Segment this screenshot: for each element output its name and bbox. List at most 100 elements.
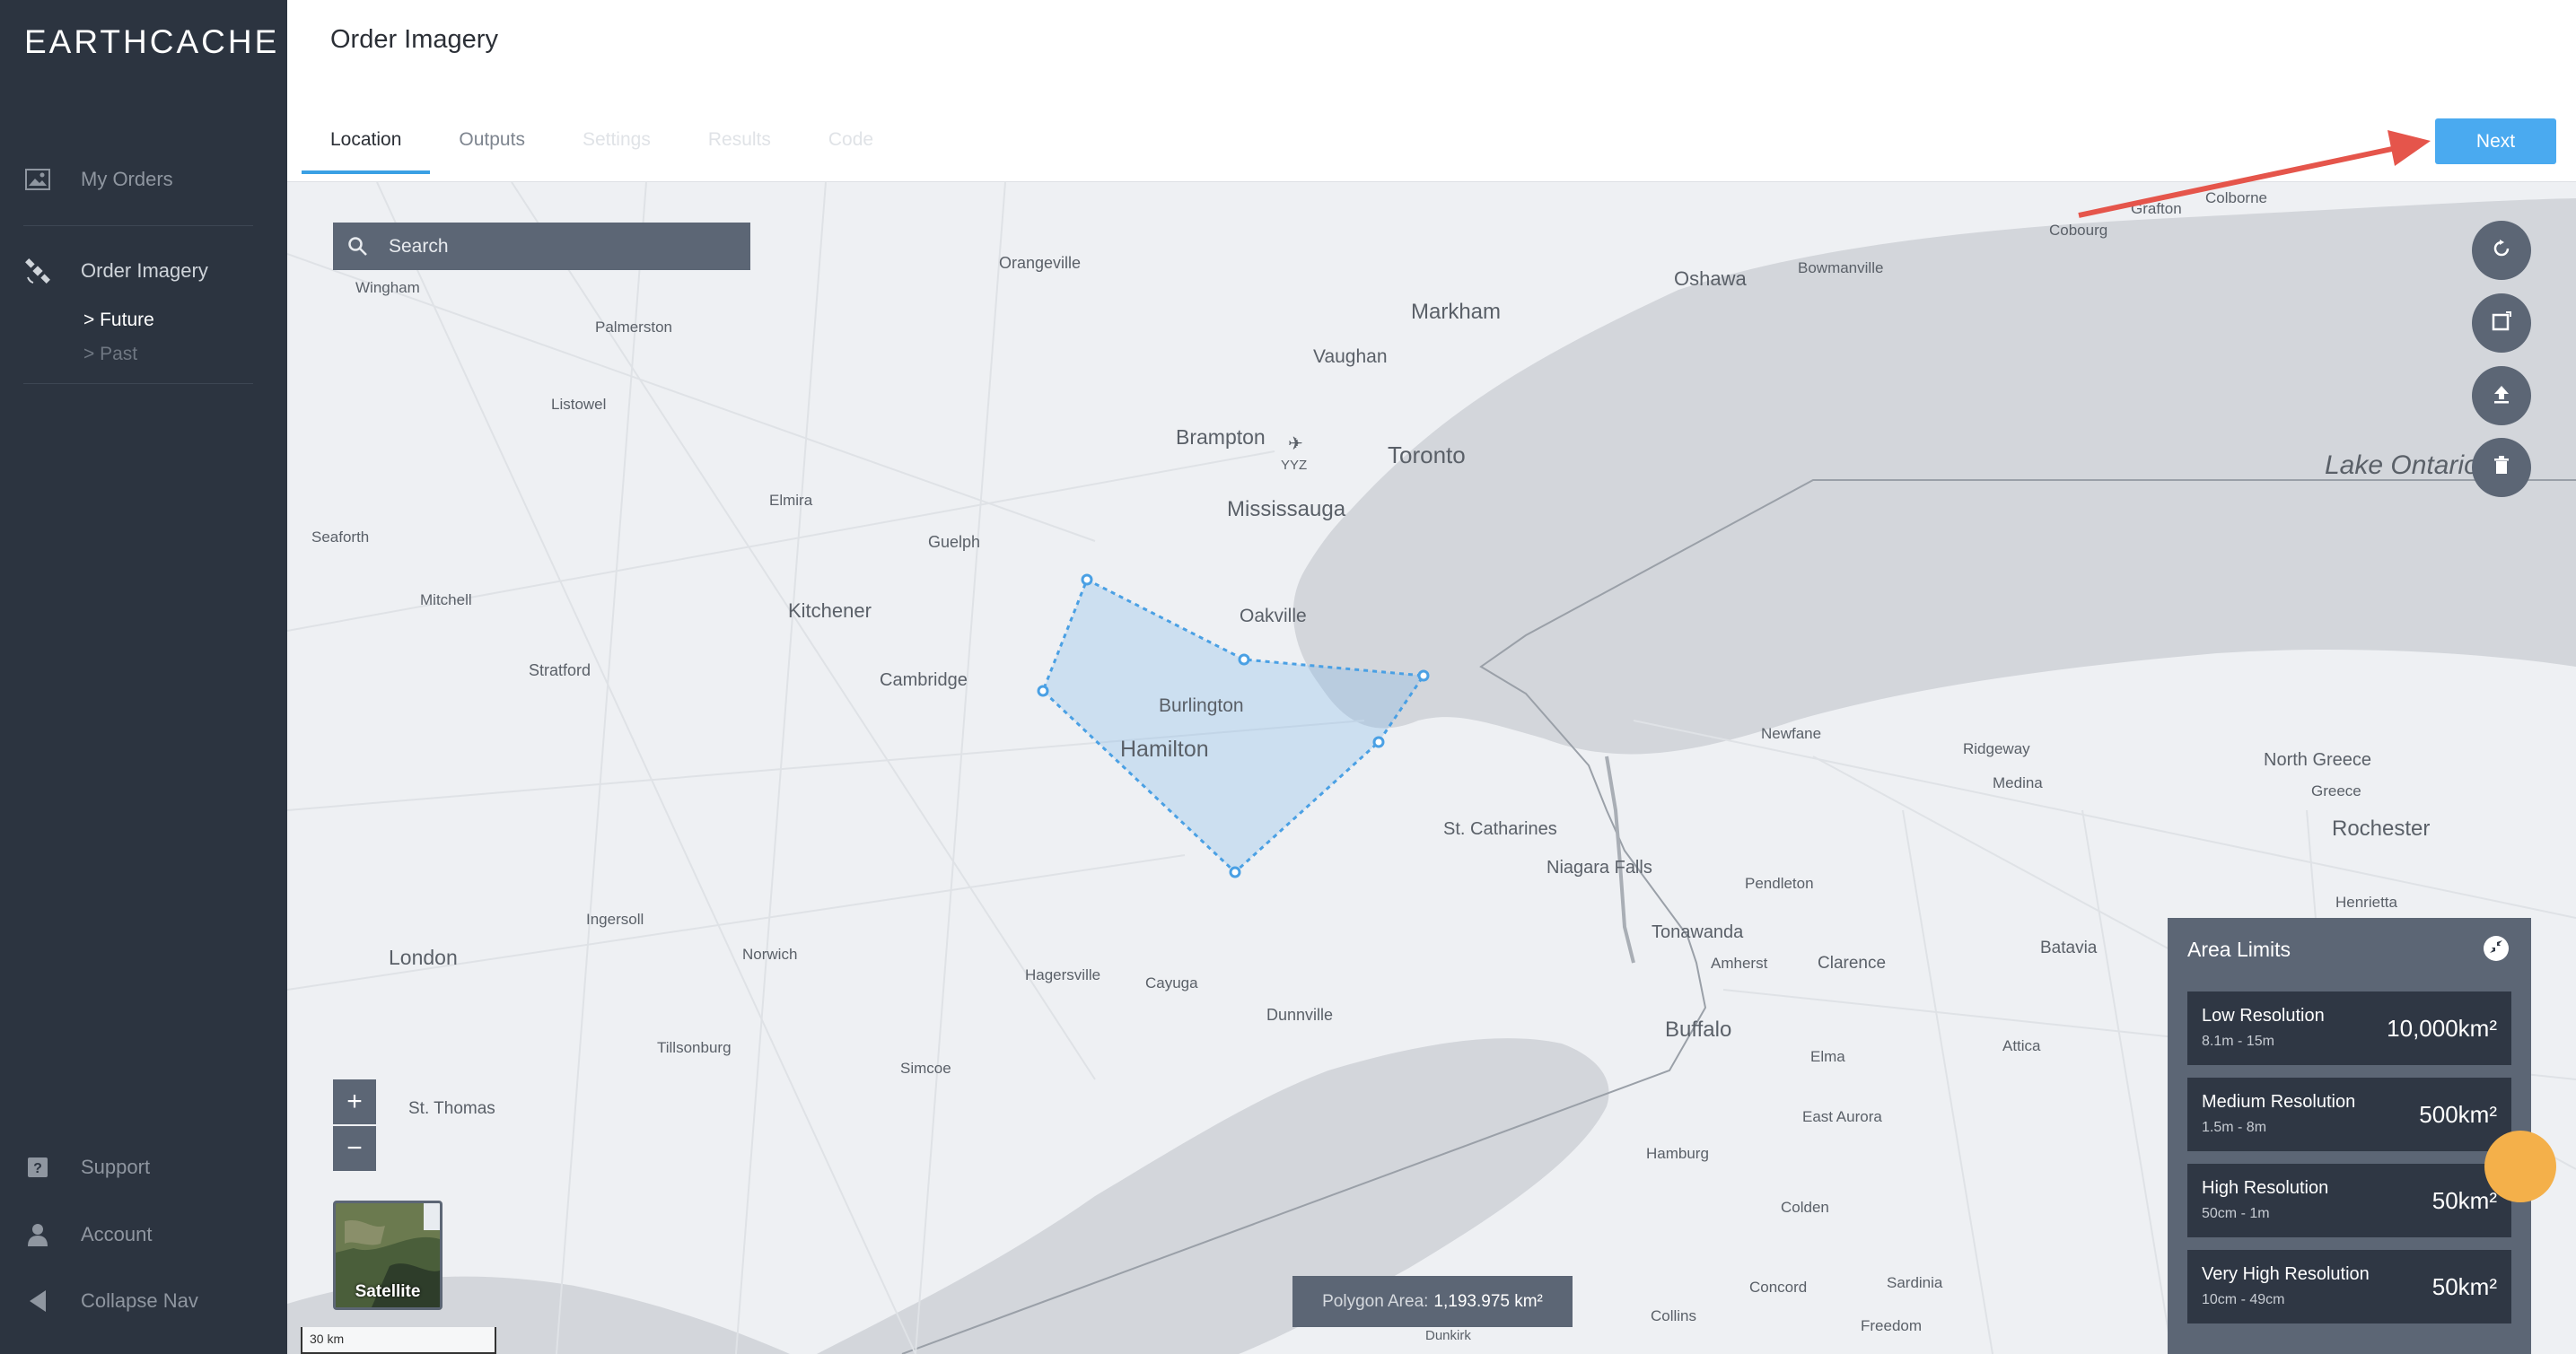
earthcache-logo[interactable]: EARTHCACHE xyxy=(24,23,279,61)
search-input[interactable]: Search xyxy=(333,223,750,270)
sidebar: EARTHCACHE My Orders Order Imagery > Fut… xyxy=(0,0,287,1354)
map-label: Bowmanville xyxy=(1798,259,1883,276)
trash-icon xyxy=(2492,455,2511,481)
map-label: London xyxy=(389,946,458,969)
map-label: Dunkirk xyxy=(1425,1328,1471,1343)
upload-button[interactable] xyxy=(2472,366,2531,425)
map-label: Dunnville xyxy=(1266,1006,1333,1024)
tab-code: Code xyxy=(828,129,874,150)
map-label: Toronto xyxy=(1388,441,1466,468)
map-label: Guelph xyxy=(928,533,980,551)
chat-widget-button[interactable] xyxy=(2484,1131,2556,1202)
satellite-layer-toggle[interactable]: Satellite xyxy=(333,1201,442,1310)
limit-range: 1.5m - 8m xyxy=(2202,1120,2267,1135)
map-label: Oshawa xyxy=(1674,267,1747,290)
sidebar-subitem-future[interactable]: > Future xyxy=(83,310,154,331)
airport-icon: ✈ xyxy=(1288,432,1303,454)
sidebar-subitem-past[interactable]: > Past xyxy=(83,344,137,365)
polygon-area-readout: Polygon Area: 1,193.975 km² xyxy=(1292,1276,1573,1327)
map-label: Hagersville xyxy=(1025,966,1100,983)
sidebar-item-collapse-nav[interactable]: Collapse Nav xyxy=(0,1287,287,1315)
upload-icon xyxy=(2491,383,2512,409)
draw-rectangle-button[interactable] xyxy=(2472,293,2531,353)
limit-value: 500km² xyxy=(2419,1101,2497,1128)
map-label: Mississauga xyxy=(1227,497,1346,521)
tab-results: Results xyxy=(707,129,771,150)
map-label: Palmerston xyxy=(595,319,672,336)
map-label: Lake Ontario xyxy=(2325,450,2479,480)
header: Order Imagery Location Outputs Settings … xyxy=(287,0,2576,182)
map-label: Hamburg xyxy=(1646,1145,1709,1162)
map-label: Medina xyxy=(1993,774,2043,791)
tab-location[interactable]: Location xyxy=(302,126,431,174)
map-label: Brampton xyxy=(1176,425,1266,449)
next-button[interactable]: Next xyxy=(2435,118,2556,164)
rotate-button[interactable] xyxy=(2472,221,2531,280)
map-label: Sardinia xyxy=(1887,1274,1943,1291)
map-label: Amherst xyxy=(1711,955,1768,972)
sidebar-item-label: My Orders xyxy=(81,168,173,190)
map-label: Oakville xyxy=(1240,606,1307,626)
map-label: Tillsonburg xyxy=(657,1039,732,1056)
limit-row-high: High Resolution 50cm - 1m 50km² xyxy=(2187,1164,2511,1237)
map-label: Greece xyxy=(2311,782,2361,799)
map-label: Batavia xyxy=(2040,939,2098,957)
map-label: Stratford xyxy=(529,661,591,679)
user-icon xyxy=(23,1220,52,1249)
map-label: Attica xyxy=(2002,1037,2041,1054)
sidebar-item-my-orders[interactable]: My Orders xyxy=(0,165,287,194)
limit-range: 50cm - 1m xyxy=(2202,1206,2270,1221)
map-label: Clarence xyxy=(1818,954,1886,973)
zoom-in-button[interactable]: + xyxy=(333,1079,376,1124)
rotate-icon xyxy=(2491,238,2512,264)
map-label: Hamilton xyxy=(1120,737,1209,762)
map-label: Colborne xyxy=(2205,189,2267,206)
limit-name: Medium Resolution xyxy=(2202,1092,2356,1112)
sidebar-item-account[interactable]: Account xyxy=(0,1220,287,1249)
limit-name: Very High Resolution xyxy=(2202,1264,2370,1284)
map-label: Vaughan xyxy=(1313,346,1388,367)
search-placeholder: Search xyxy=(389,235,449,257)
delete-button[interactable] xyxy=(2472,438,2531,497)
sidebar-item-support[interactable]: ? Support xyxy=(0,1153,287,1182)
map-label: Buffalo xyxy=(1665,1018,1731,1042)
area-limits-title: Area Limits xyxy=(2187,938,2291,961)
map-label: Simcoe xyxy=(900,1060,951,1077)
image-icon xyxy=(23,165,52,194)
map-label: St. Thomas xyxy=(408,1099,495,1118)
limit-row-low: Low Resolution 8.1m - 15m 10,000km² xyxy=(2187,991,2511,1065)
limit-value: 50km² xyxy=(2431,1273,2497,1300)
map-label: Norwich xyxy=(742,946,797,963)
map-label: Ridgeway xyxy=(1963,740,2030,757)
map-label: North Greece xyxy=(2264,750,2371,770)
sidebar-item-label: Support xyxy=(81,1156,151,1178)
area-limits-toggle[interactable] xyxy=(2484,936,2509,961)
map-label: Cobourg xyxy=(2049,222,2107,239)
map-label: Elma xyxy=(1810,1048,1845,1065)
map[interactable]: Lake Ontario Orangeville Markham Oshawa … xyxy=(287,182,2576,1354)
limit-row-very-high: Very High Resolution 10cm - 49cm 50km² xyxy=(2187,1250,2511,1323)
map-label: East Aurora xyxy=(1802,1108,1882,1125)
map-label: Niagara Falls xyxy=(1546,858,1652,878)
map-label: Orangeville xyxy=(999,254,1081,272)
map-label: Rochester xyxy=(2332,817,2430,841)
limit-value: 50km² xyxy=(2431,1187,2497,1214)
map-label: Markham xyxy=(1411,300,1501,324)
limit-name: High Resolution xyxy=(2202,1178,2329,1198)
satellite-label: Satellite xyxy=(355,1282,421,1301)
zoom-out-button[interactable]: − xyxy=(333,1126,376,1171)
map-label: Seaforth xyxy=(311,528,369,546)
polygon-area-value: 1,193.975 km² xyxy=(1433,1291,1543,1311)
map-label: Listowel xyxy=(551,396,606,413)
svg-text:?: ? xyxy=(33,1161,42,1176)
sidebar-item-order-imagery[interactable]: Order Imagery xyxy=(0,257,287,285)
divider xyxy=(23,383,253,384)
map-label: Kitchener xyxy=(788,599,872,622)
divider xyxy=(23,225,253,226)
map-label: Ingersoll xyxy=(586,911,644,928)
area-limits-panel: Area Limits Low Resolution 8.1m - 15m 10… xyxy=(2168,918,2531,1354)
sidebar-item-label: Collapse Nav xyxy=(81,1289,198,1312)
tab-outputs[interactable]: Outputs xyxy=(430,126,554,174)
limit-name: Low Resolution xyxy=(2202,1006,2325,1026)
map-scale: 30 km xyxy=(301,1327,496,1354)
